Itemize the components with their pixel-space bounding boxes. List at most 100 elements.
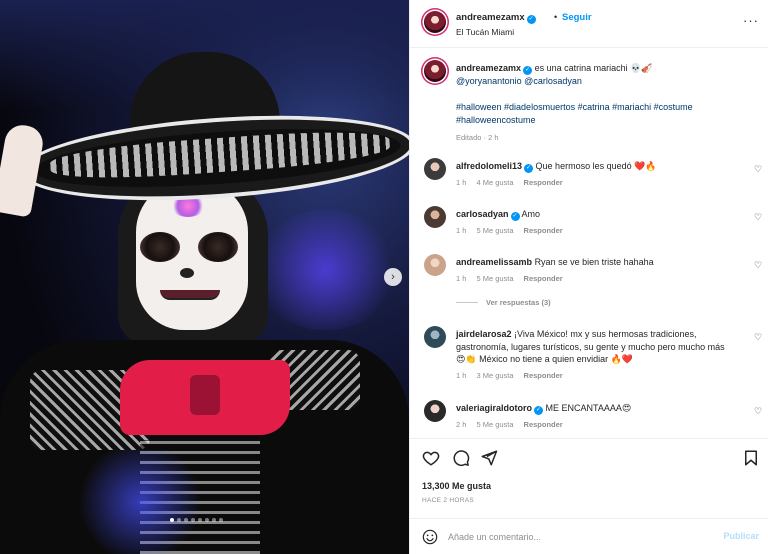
heart-icon[interactable]: ♡ (754, 164, 764, 174)
reply-button[interactable]: Responder (524, 274, 563, 283)
comment-body: valeriagiraldotoro ✓ ME ENCANTAAAA😍 2 h 5 … (456, 402, 736, 432)
mouth (160, 290, 220, 300)
comment-username[interactable]: alfredolomeli13 (456, 161, 522, 171)
save-bookmark-icon[interactable] (742, 449, 760, 467)
reply-button[interactable]: Responder (524, 178, 563, 187)
instagram-post-view: › andreamezamx ✓ • Seguir El Tucán Miami … (0, 0, 768, 554)
nose (180, 268, 194, 278)
replies-divider (456, 302, 478, 303)
like-count[interactable]: 13,300 Me gusta (422, 481, 491, 491)
heart-icon[interactable]: ♡ (754, 332, 764, 342)
comment-like-count[interactable]: 4 Me gusta (476, 178, 513, 187)
carousel-dot (170, 518, 174, 522)
comment-like-count[interactable]: 5 Me gusta (476, 274, 513, 283)
verified-icon: ✓ (524, 164, 534, 173)
comment-input[interactable] (448, 528, 708, 546)
comment-body: andreamelissamb Ryan se ve bien triste h… (456, 256, 736, 285)
commenter-avatar[interactable] (424, 326, 446, 348)
comment-time: 1 h (456, 370, 467, 380)
reply-button[interactable]: Responder (524, 226, 563, 235)
blue-glow (70, 450, 210, 554)
commenter-avatar[interactable] (424, 158, 446, 180)
comment-time: 2 h (456, 420, 467, 429)
caption-avatar[interactable] (424, 60, 446, 82)
comment-username[interactable]: carlosadyan (456, 209, 509, 219)
carousel-dot (191, 518, 195, 522)
heart-icon[interactable]: ♡ (754, 212, 764, 222)
heart-icon[interactable]: ♡ (754, 406, 764, 416)
emoji-icon[interactable] (422, 529, 438, 545)
post-header: andreamezamx ✓ • Seguir El Tucán Miami ··… (410, 0, 768, 48)
comment-body: alfredolomeli13 ✓ Que hermoso les quedó ❤… (456, 160, 736, 190)
separator-dot: • (554, 12, 558, 22)
comment-username[interactable]: andreamelissamb (456, 257, 532, 267)
comment-username[interactable]: jairdelarosa2 (456, 329, 512, 339)
carousel-dots (170, 518, 223, 522)
photo-light (250, 210, 400, 330)
location-link[interactable]: El Tucán Miami (456, 27, 514, 37)
verified-icon: ✓ (510, 212, 520, 221)
view-replies-button[interactable]: Ver respuestas (3) (456, 298, 551, 307)
post-side-panel: andreamezamx ✓ • Seguir El Tucán Miami ··… (409, 0, 768, 554)
caption-hashtags[interactable]: #halloween #diadelosmuertos #catrina #ma… (456, 101, 756, 127)
post-photo[interactable]: › (0, 0, 409, 554)
comment-body: jairdelarosa2 ¡Viva México! mx y sus her… (456, 328, 736, 382)
commenter-avatar[interactable] (424, 254, 446, 276)
eye-right (198, 232, 238, 262)
verified-icon: ✓ (523, 66, 533, 75)
author-avatar[interactable] (424, 11, 446, 33)
comment-body: carlosadyan ✓ Amo 1 h 5 Me gusta Responder (456, 208, 736, 238)
view-replies-label: Ver respuestas (3) (486, 298, 551, 307)
author-username[interactable]: andreamezamx ✓ (456, 12, 536, 24)
next-photo-button[interactable]: › (384, 268, 402, 286)
comment-like-count[interactable]: 3 Me gusta (476, 371, 513, 380)
comment-text: Amo (521, 209, 541, 219)
comment-time: 1 h (456, 226, 467, 235)
chevron-right-icon: › (391, 270, 395, 283)
follow-button[interactable]: Seguir (562, 12, 592, 23)
author-username-text: andreamezamx (456, 12, 525, 23)
add-comment-bar: Publicar (410, 518, 768, 554)
share-icon[interactable] (480, 449, 498, 467)
carousel-dot (212, 518, 216, 522)
bow-knot (190, 375, 220, 415)
carousel-dot (205, 518, 209, 522)
comment-meta: 1 h 5 Me gusta Responder (456, 225, 736, 238)
comment-like-count[interactable]: 5 Me gusta (476, 226, 513, 235)
comment-text: ME ENCANTAAAA😍 (545, 403, 632, 413)
comment-meta: 1 h 4 Me gusta Responder (456, 177, 736, 190)
reply-button[interactable]: Responder (524, 371, 563, 380)
comment-icon[interactable] (452, 449, 470, 467)
comment-text: Que hermoso les quedó ❤️🔥 (535, 161, 657, 171)
verified-icon: ✓ (534, 406, 544, 415)
carousel-dot (198, 518, 202, 522)
more-options-icon[interactable]: ··· (743, 14, 759, 27)
reply-button[interactable]: Responder (524, 420, 563, 429)
caption-mentions[interactable]: @yoryanantonio @carlosadyan (456, 76, 582, 86)
caption-text: es una catrina mariachi 💀🎻 (534, 63, 653, 73)
carousel-dot (177, 518, 181, 522)
commenter-avatar[interactable] (424, 206, 446, 228)
heart-icon[interactable]: ♡ (754, 260, 764, 270)
comment-time: 1 h (456, 273, 467, 283)
comment-meta: 1 h 5 Me gusta Responder (456, 273, 736, 286)
comment-meta: 1 h 3 Me gusta Responder (456, 370, 736, 383)
comment-text: Ryan se ve bien triste hahaha (534, 257, 654, 267)
post-time: HACE 2 HORAS (422, 497, 475, 504)
verified-icon: ✓ (526, 15, 536, 24)
post-actions: 13,300 Me gusta HACE 2 HORAS (410, 438, 768, 518)
like-heart-icon[interactable] (422, 449, 440, 467)
commenter-avatar[interactable] (424, 400, 446, 422)
comments-list[interactable]: andreamezamx ✓ es una catrina mariachi 💀🎻… (410, 48, 768, 438)
carousel-dot (184, 518, 188, 522)
comment-username[interactable]: valeriagiraldotoro (456, 403, 532, 413)
caption-username[interactable]: andreamezamx (456, 63, 521, 73)
eye-left (140, 232, 180, 262)
caption-meta: Editado · 2 h (456, 131, 756, 144)
comment-like-count[interactable]: 5 Me gusta (476, 420, 513, 429)
carousel-dot (219, 518, 223, 522)
caption-edited: Editado · 2 h (456, 133, 499, 142)
caption-body: andreamezamx ✓ es una catrina mariachi 💀🎻… (456, 62, 756, 144)
publish-button[interactable]: Publicar (723, 531, 759, 541)
comment-meta: 2 h 5 Me gusta Responder (456, 419, 736, 432)
